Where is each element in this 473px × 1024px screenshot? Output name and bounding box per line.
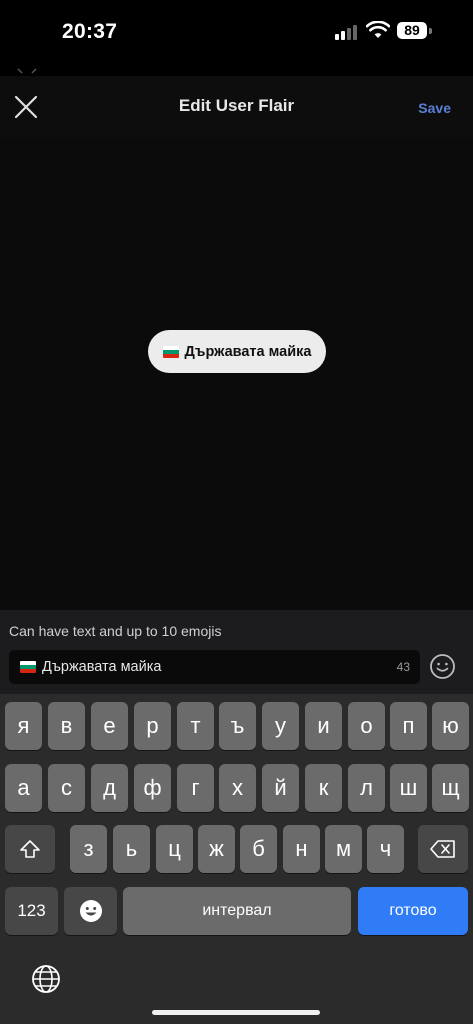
battery-indicator: 89 <box>397 22 427 39</box>
key-letter[interactable]: ш <box>390 764 427 812</box>
key-letter[interactable]: с <box>48 764 85 812</box>
status-time: 20:37 <box>62 20 118 43</box>
status-bar: 20:37 89 <box>0 0 473 74</box>
flair-preview: Държавата майка <box>148 330 326 373</box>
home-indicator <box>152 1010 320 1015</box>
key-letter[interactable]: е <box>91 702 128 750</box>
bulgaria-flag-icon <box>20 661 36 673</box>
globe-icon[interactable] <box>30 963 62 995</box>
wifi-icon <box>366 21 390 38</box>
key-letter[interactable]: н <box>283 825 320 873</box>
key-letter[interactable]: о <box>348 702 385 750</box>
flair-text-value: Държавата майка <box>42 659 162 675</box>
save-button[interactable]: Save <box>418 100 451 116</box>
key-letter[interactable]: в <box>48 702 85 750</box>
bulgaria-flag-icon <box>162 345 179 358</box>
key-letter[interactable]: р <box>134 702 171 750</box>
page-title: Edit User Flair <box>178 96 295 115</box>
header-bar: Edit User Flair Save <box>0 76 473 138</box>
key-letter[interactable]: щ <box>432 764 469 812</box>
key-letter[interactable]: х <box>219 764 256 812</box>
key-letter[interactable]: и <box>305 702 342 750</box>
key-letter[interactable]: ь <box>113 825 150 873</box>
key-letter[interactable]: л <box>348 764 385 812</box>
shift-icon <box>20 840 40 858</box>
emoji-key[interactable] <box>64 887 117 935</box>
key-letter[interactable]: ъ <box>219 702 256 750</box>
chevron-down-icon <box>17 68 37 74</box>
key-letter[interactable]: п <box>390 702 427 750</box>
input-hint: Can have text and up to 10 emojis <box>9 623 222 639</box>
key-letter[interactable]: й <box>262 764 299 812</box>
key-letter[interactable]: у <box>262 702 299 750</box>
emoji-icon[interactable] <box>429 653 456 680</box>
keyboard: я в е р т ъ у и о п ю а с д ф г х й к л … <box>0 694 473 1024</box>
key-letter[interactable]: ю <box>432 702 469 750</box>
key-letter[interactable]: з <box>70 825 107 873</box>
key-letter[interactable]: б <box>240 825 277 873</box>
key-letter[interactable]: ч <box>367 825 404 873</box>
key-letter[interactable]: д <box>91 764 128 812</box>
key-letter[interactable]: а <box>5 764 42 812</box>
key-letter[interactable]: к <box>305 764 342 812</box>
space-key[interactable]: интервал <box>123 887 351 935</box>
close-icon[interactable] <box>12 93 40 121</box>
key-letter[interactable]: ф <box>134 764 171 812</box>
numbers-key[interactable]: 123 <box>5 887 58 935</box>
key-letter[interactable]: ц <box>156 825 193 873</box>
key-letter[interactable]: м <box>325 825 362 873</box>
signal-icon <box>335 24 361 40</box>
key-letter[interactable]: ж <box>198 825 235 873</box>
battery-nub <box>429 28 432 34</box>
delete-icon <box>430 840 455 858</box>
key-letter[interactable]: я <box>5 702 42 750</box>
key-letter[interactable]: г <box>177 764 214 812</box>
emoji-icon <box>79 900 102 922</box>
flair-text-field[interactable]: Държавата майка 43 <box>9 650 420 684</box>
delete-key[interactable] <box>418 825 468 873</box>
flair-preview-text: Държавата майка <box>184 343 312 360</box>
flair-input-panel: Can have text and up to 10 emojis Държав… <box>0 610 473 694</box>
char-count: 43 <box>396 660 410 674</box>
shift-key[interactable] <box>5 825 55 873</box>
flair-preview-area: Държавата майка <box>0 138 473 610</box>
done-key[interactable]: готово <box>358 887 468 935</box>
key-letter[interactable]: т <box>177 702 214 750</box>
